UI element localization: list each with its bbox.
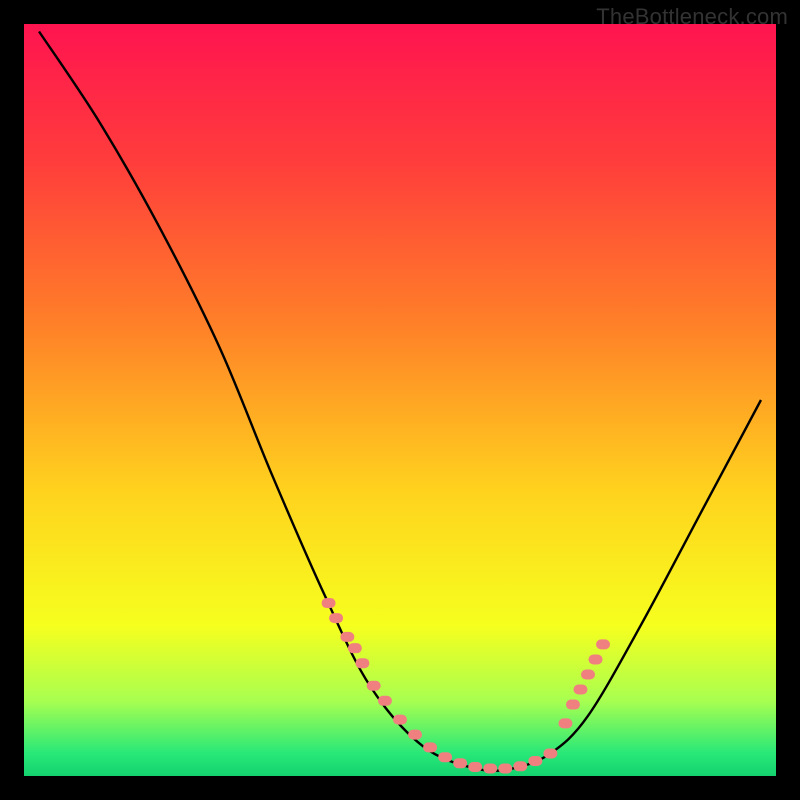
highlight-dot <box>393 715 407 725</box>
highlight-dot <box>543 748 557 758</box>
highlight-dot <box>573 685 587 695</box>
highlight-dot <box>498 763 512 773</box>
highlight-dot <box>528 756 542 766</box>
bottleneck-chart <box>0 0 800 800</box>
highlight-dot <box>589 654 603 664</box>
highlight-dot <box>322 598 336 608</box>
chart-frame: TheBottleneck.com <box>0 0 800 800</box>
highlight-dot <box>483 763 497 773</box>
highlight-dot <box>596 639 610 649</box>
highlight-dot <box>378 696 392 706</box>
highlight-dot <box>581 669 595 679</box>
highlight-dot <box>348 643 362 653</box>
highlight-dot <box>453 758 467 768</box>
highlight-dot <box>408 730 422 740</box>
highlight-dot <box>566 700 580 710</box>
watermark-text: TheBottleneck.com <box>596 4 788 30</box>
plot-background <box>24 24 776 776</box>
highlight-dot <box>423 742 437 752</box>
highlight-dot <box>367 681 381 691</box>
highlight-dot <box>340 632 354 642</box>
highlight-dot <box>513 761 527 771</box>
highlight-dot <box>558 718 572 728</box>
highlight-dot <box>438 752 452 762</box>
highlight-dot <box>329 613 343 623</box>
highlight-dot <box>355 658 369 668</box>
highlight-dot <box>468 762 482 772</box>
